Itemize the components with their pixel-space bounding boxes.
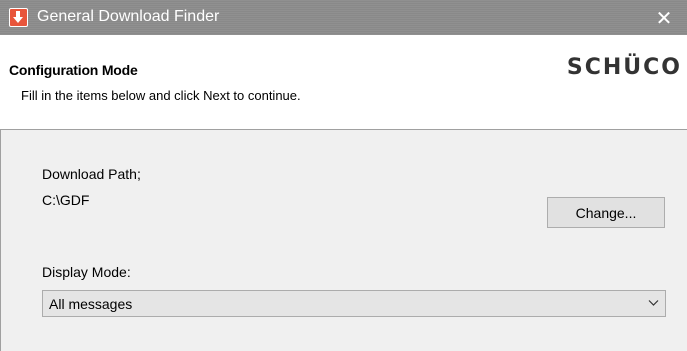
left-border xyxy=(0,129,1,351)
display-mode-selected-value: All messages xyxy=(49,296,133,312)
change-button[interactable]: Change... xyxy=(547,197,665,228)
page-title: Configuration Mode xyxy=(9,62,138,78)
header-panel: Configuration Mode Fill in the items bel… xyxy=(0,35,687,130)
display-mode-label: Display Mode: xyxy=(42,264,131,280)
download-path-label: Download Path; xyxy=(42,166,141,182)
title-bar[interactable]: General Download Finder ✕ xyxy=(0,0,687,35)
brand-logo: SCHÜCO xyxy=(566,55,682,80)
close-icon: ✕ xyxy=(655,5,673,30)
chevron-down-icon xyxy=(648,300,659,306)
app-window: General Download Finder ✕ Configuration … xyxy=(0,0,687,351)
page-subtitle: Fill in the items below and click Next t… xyxy=(21,88,301,103)
close-button[interactable]: ✕ xyxy=(641,0,687,35)
window-title: General Download Finder xyxy=(37,8,220,25)
display-mode-select[interactable]: All messages xyxy=(42,290,666,317)
download-path-value: C:\GDF xyxy=(42,192,90,208)
download-arrow-icon xyxy=(9,8,28,27)
